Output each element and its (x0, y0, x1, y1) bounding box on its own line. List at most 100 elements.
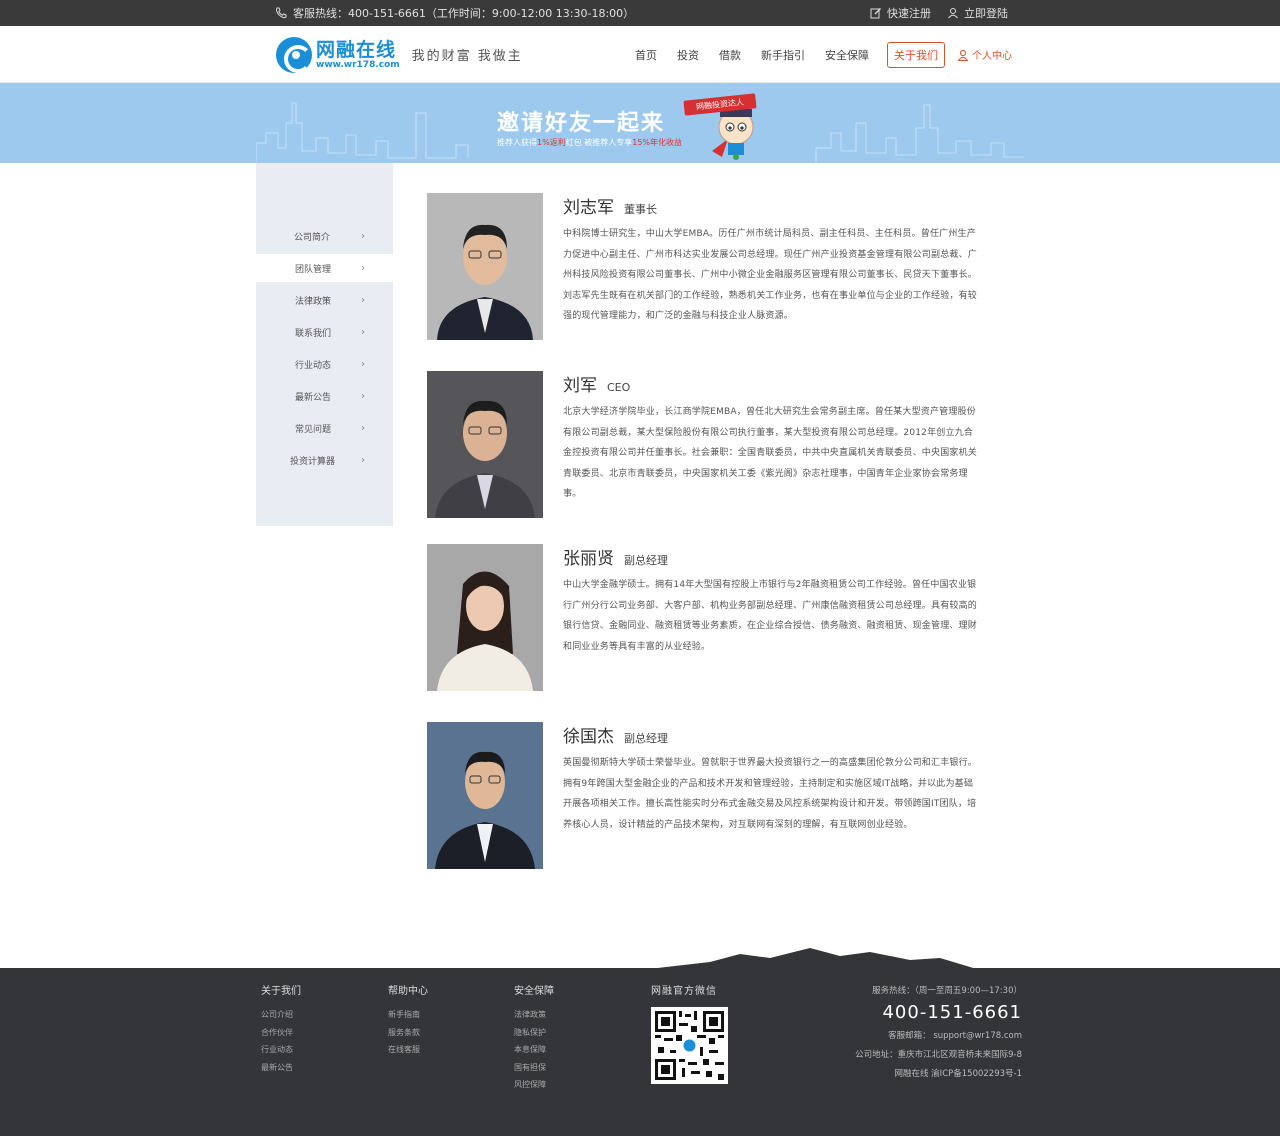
footer-link[interactable]: 在线客服 (388, 1041, 428, 1059)
sidebar-item-industry[interactable]: 行业动态 › (256, 350, 393, 378)
banner-sub-highlight-1: 1%返利 (537, 138, 566, 147)
sidebar-item-company[interactable]: 公司简介 › (256, 222, 393, 250)
invite-banner[interactable]: 邀请好友一起来 推荐人获得1%返利红包 被推荐人专享15%年化收益 网融投资达人 (0, 83, 1280, 163)
logo-url: www.wr178.com (316, 59, 400, 70)
footer-heading: 安全保障 (514, 986, 554, 997)
portrait-photo (427, 193, 543, 340)
site-footer: 关于我们 公司介绍 合作伙伴 行业动态 最新公告 帮助中心 新手指南 服务条款 … (0, 968, 1280, 1136)
nav-home[interactable]: 首页 (625, 47, 667, 63)
sidebar-item-label: 团队管理 (295, 264, 332, 275)
person-icon (957, 49, 969, 61)
sidebar-item-team[interactable]: 团队管理 › (256, 254, 393, 282)
nav-invest[interactable]: 投资 (667, 47, 709, 63)
site-header: 网融在线 www.wr178.com 我的财富 我做主 首页 投资 借款 新手指… (0, 26, 1280, 83)
sidebar-item-label: 公司简介 (294, 232, 331, 243)
footer-link[interactable]: 新手指南 (388, 1006, 428, 1024)
icp-record: 网融在线 渝ICP备15002293号-1 (894, 1069, 1022, 1079)
member-name: 张丽贤 (563, 549, 614, 569)
member-name: 刘志军 (563, 198, 614, 218)
member-title: CEO (607, 381, 631, 394)
logo-mark-icon (276, 36, 312, 73)
footer-link[interactable]: 最新公告 (261, 1059, 301, 1077)
user-center-link[interactable]: 个人中心 (957, 47, 1012, 62)
banner-sub-prefix: 推荐人获得 (497, 138, 537, 147)
nav-borrow[interactable]: 借款 (709, 47, 751, 63)
sidebar-item-contact[interactable]: 联系我们 › (256, 318, 393, 346)
sidebar-item-label: 行业动态 (295, 360, 332, 371)
chevron-right-icon: › (361, 262, 365, 274)
footer-link[interactable]: 隐私保护 (514, 1024, 554, 1042)
portrait-photo (427, 544, 543, 691)
member-bio: 中山大学金融学硕士。拥有14年大型国有控股上市银行与2年融资租赁公司工作经验。曾… (563, 580, 978, 652)
sidebar-item-label: 最新公告 (295, 392, 332, 403)
chevron-right-icon: › (361, 390, 365, 402)
member-bio: 英国曼彻斯特大学硕士荣誉毕业。曾就职于世界最大投资银行之一的高盛集团伦敦分公司和… (563, 758, 978, 830)
member-bio: 中科院博士研究生，中山大学EMBA。历任广州市统计局科员、副主任科员、主任科员。… (563, 229, 978, 321)
footer-link[interactable]: 本息保障 (514, 1041, 554, 1059)
company-address: 公司地址：重庆市江北区观音桥未来国际9-8 (855, 1050, 1022, 1060)
portrait-photo (427, 722, 543, 869)
member-title: 副总经理 (624, 732, 668, 745)
phone-icon (275, 7, 287, 19)
footer-col-security: 安全保障 法律政策 隐私保护 本息保障 国有担保 风控保障 (514, 982, 554, 1094)
footer-contact: 服务热线：（周一至周五9:00—17:30） 400-151-6661 客服邮箱… (820, 984, 1022, 1083)
chevron-right-icon: › (361, 422, 365, 434)
top-bar: 客服热线：400-151-6661（工作时间：9:00-12:00 13:30-… (0, 0, 1280, 26)
chevron-right-icon: › (361, 294, 365, 306)
chevron-right-icon: › (361, 326, 365, 338)
login-label: 立即登陆 (964, 7, 1008, 20)
footer-link[interactable]: 合作伙伴 (261, 1024, 301, 1042)
sidebar: 公司简介 › 团队管理 › 法律政策 › 联系我们 › 行业动态 › 最新公告 › 常见问题… (256, 163, 393, 526)
sidebar-item-legal[interactable]: 法律政策 › (256, 286, 393, 314)
service-hours: 服务热线：（周一至周五9:00—17:30） (872, 986, 1022, 996)
hotline-text: 客服热线：400-151-6661（工作时间：9:00-12:00 13:30-… (293, 7, 635, 20)
portrait-photo (427, 371, 543, 518)
sidebar-item-label: 投资计算器 (290, 456, 336, 467)
edit-icon (870, 7, 882, 19)
member-bio: 北京大学经济学院毕业，长江商学院EMBA，曾任北大研究生会常务副主席。曾任某大型… (563, 407, 978, 499)
chevron-right-icon: › (361, 230, 365, 242)
banner-sub-highlight-2: 15%年化收益 (632, 138, 683, 147)
footer-col-about: 关于我们 公司介绍 合作伙伴 行业动态 最新公告 (261, 982, 301, 1076)
sidebar-item-notice[interactable]: 最新公告 › (256, 382, 393, 410)
footer-wechat: 网融官方微信 (651, 982, 728, 1084)
service-email[interactable]: 客服邮箱： support@wr178.com (820, 1027, 1022, 1045)
register-label: 快速注册 (887, 7, 931, 20)
footer-link[interactable]: 国有担保 (514, 1059, 554, 1077)
wechat-heading: 网融官方微信 (651, 986, 717, 997)
banner-title: 邀请好友一起来 (497, 111, 666, 136)
wechat-qr-code (651, 1007, 728, 1084)
user-center-label: 个人中心 (972, 51, 1012, 62)
chevron-right-icon: › (361, 358, 365, 370)
sidebar-item-label: 法律政策 (295, 296, 332, 307)
footer-link[interactable]: 风控保障 (514, 1076, 554, 1094)
chevron-right-icon: › (361, 454, 365, 466)
nav-guide[interactable]: 新手指引 (751, 47, 815, 63)
member-name: 刘军 (563, 376, 597, 396)
sidebar-item-label: 联系我们 (295, 328, 332, 339)
member-title: 董事长 (624, 203, 657, 216)
footer-heading: 帮助中心 (388, 986, 428, 997)
register-link[interactable]: 快速注册 (870, 5, 931, 21)
nav-security[interactable]: 安全保障 (815, 47, 879, 63)
footer-link[interactable]: 法律政策 (514, 1006, 554, 1024)
footer-link[interactable]: 行业动态 (261, 1041, 301, 1059)
main-content: 公司简介 › 团队管理 › 法律政策 › 联系我们 › 行业动态 › 最新公告 › 常见问题… (0, 163, 1280, 968)
logo-name: 网融在线 (316, 38, 397, 61)
banner-sub-middle: 红包 被推荐人专享 (565, 138, 633, 147)
nav-about[interactable]: 关于我们 (887, 41, 945, 68)
login-link[interactable]: 立即登陆 (947, 5, 1008, 21)
sidebar-item-faq[interactable]: 常见问题 › (256, 414, 393, 442)
footer-col-help: 帮助中心 新手指南 服务条款 在线客服 (388, 982, 428, 1059)
footer-heading: 关于我们 (261, 986, 301, 997)
main-nav: 首页 投资 借款 新手指引 安全保障 关于我们 个人中心 (625, 41, 1024, 68)
sidebar-item-calculator[interactable]: 投资计算器 › (256, 446, 393, 474)
footer-link[interactable]: 服务条款 (388, 1024, 428, 1042)
footer-link[interactable]: 公司介绍 (261, 1006, 301, 1024)
service-phone: 400-151-6661 (882, 1002, 1022, 1023)
member-title: 副总经理 (624, 554, 668, 567)
member-name: 徐国杰 (563, 727, 614, 747)
user-icon (947, 7, 959, 19)
logo[interactable]: 网融在线 www.wr178.com (276, 36, 400, 73)
mountain-decoration (640, 948, 980, 970)
